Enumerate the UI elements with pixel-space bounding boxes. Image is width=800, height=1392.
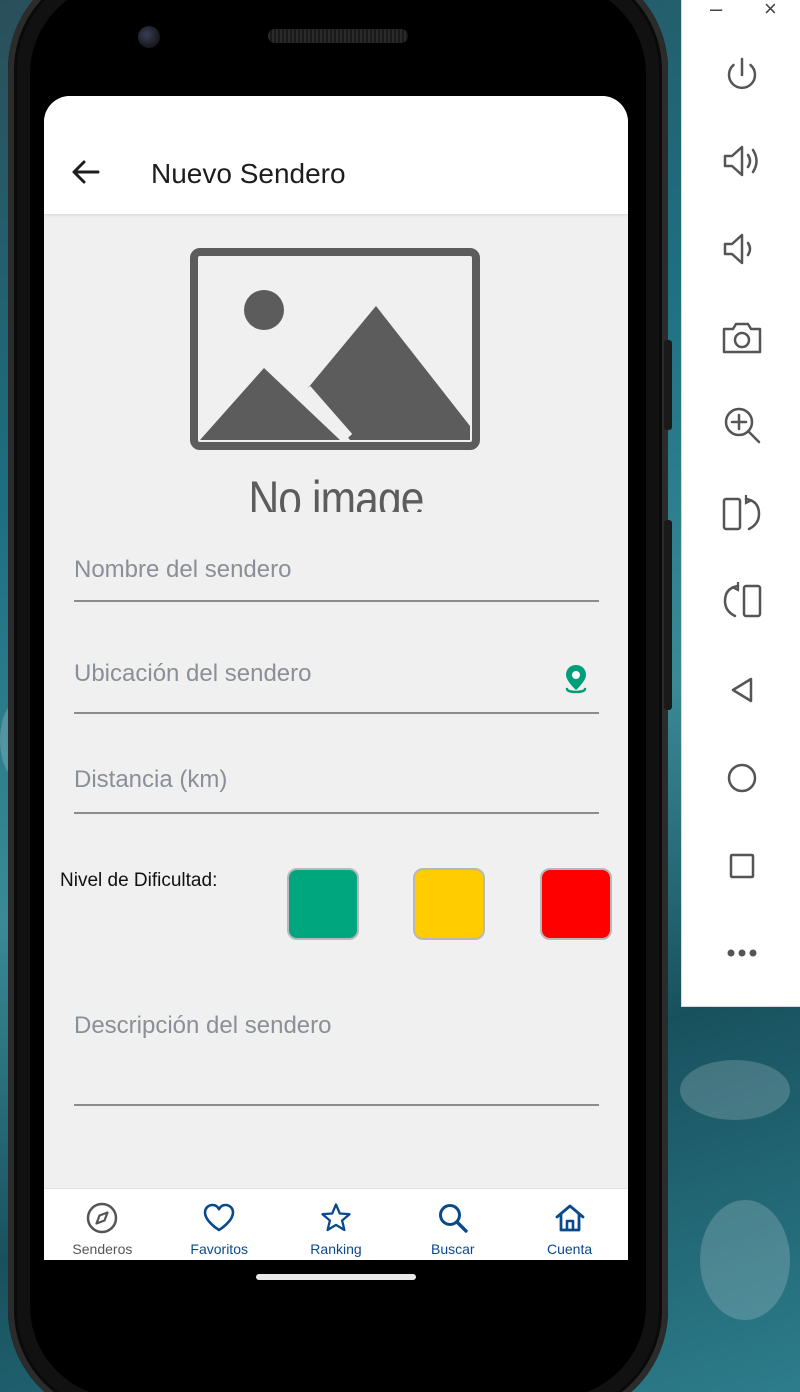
page-title: Nuevo Sendero — [151, 158, 346, 189]
difficulty-easy-button[interactable] — [287, 868, 359, 940]
bottom-navigation: Senderos Favoritos Ranking Buscar Cuenta — [44, 1188, 628, 1260]
minimize-button[interactable]: – — [710, 0, 722, 20]
star-icon — [321, 1203, 351, 1232]
nav-item-buscar[interactable]: Buscar — [394, 1189, 511, 1260]
phone-volume-button — [664, 520, 672, 710]
volume-down-icon[interactable] — [719, 226, 765, 272]
trail-image-picker[interactable]: No image — [190, 248, 482, 512]
trail-description-field[interactable] — [74, 1012, 599, 1106]
emulator-toolbar: – × — [681, 0, 800, 1007]
location-pin-icon[interactable] — [561, 662, 591, 696]
trail-location-input[interactable] — [74, 660, 599, 688]
trail-name-field[interactable] — [74, 556, 599, 602]
front-camera — [138, 26, 160, 48]
rotate-right-icon[interactable] — [719, 491, 765, 537]
image-placeholder-icon — [190, 248, 480, 450]
trail-description-input[interactable] — [74, 1012, 599, 1040]
difficulty-medium-button[interactable] — [413, 868, 485, 940]
compass-icon — [87, 1202, 118, 1234]
camera-icon[interactable] — [719, 315, 765, 361]
earpiece-speaker — [268, 29, 408, 43]
nav-label-favoritos: Favoritos — [190, 1241, 248, 1257]
search-icon — [438, 1204, 468, 1233]
rotate-left-icon[interactable] — [719, 578, 765, 624]
nav-item-ranking[interactable]: Ranking — [278, 1189, 395, 1260]
trail-location-field[interactable] — [74, 660, 599, 714]
no-image-text: No image — [248, 471, 424, 512]
nav-item-senderos[interactable]: Senderos — [44, 1189, 161, 1260]
home-circle-icon[interactable] — [719, 755, 765, 801]
trail-distance-input[interactable] — [74, 766, 599, 794]
close-button[interactable]: × — [764, 0, 777, 20]
more-icon[interactable] — [719, 930, 765, 976]
app-bar: Nuevo Sendero — [44, 96, 628, 214]
overview-icon[interactable] — [719, 843, 765, 889]
nav-label-cuenta: Cuenta — [547, 1241, 593, 1257]
phone-side-button — [664, 340, 672, 430]
gesture-navigation-bar[interactable] — [256, 1274, 416, 1280]
nav-item-favoritos[interactable]: Favoritos — [161, 1189, 278, 1260]
difficulty-hard-button[interactable] — [540, 868, 612, 940]
nav-label-ranking: Ranking — [310, 1241, 362, 1257]
heart-icon — [203, 1203, 235, 1232]
back-arrow-button[interactable] — [68, 154, 104, 190]
back-arrow-icon — [72, 160, 100, 184]
nav-item-cuenta[interactable]: Cuenta — [511, 1189, 628, 1260]
nav-label-buscar: Buscar — [431, 1241, 475, 1257]
trail-distance-field[interactable] — [74, 766, 599, 814]
difficulty-label: Nivel de Dificultad: — [60, 870, 218, 891]
home-icon — [555, 1204, 584, 1232]
trail-name-input[interactable] — [74, 556, 599, 584]
back-icon[interactable] — [719, 667, 765, 713]
volume-up-icon[interactable] — [719, 138, 765, 184]
app-screen: Nuevo Sendero No image Nivel de Dificult… — [44, 96, 628, 1260]
zoom-in-icon[interactable] — [719, 402, 765, 448]
nav-label-senderos: Senderos — [72, 1241, 133, 1257]
power-icon[interactable] — [719, 51, 765, 97]
